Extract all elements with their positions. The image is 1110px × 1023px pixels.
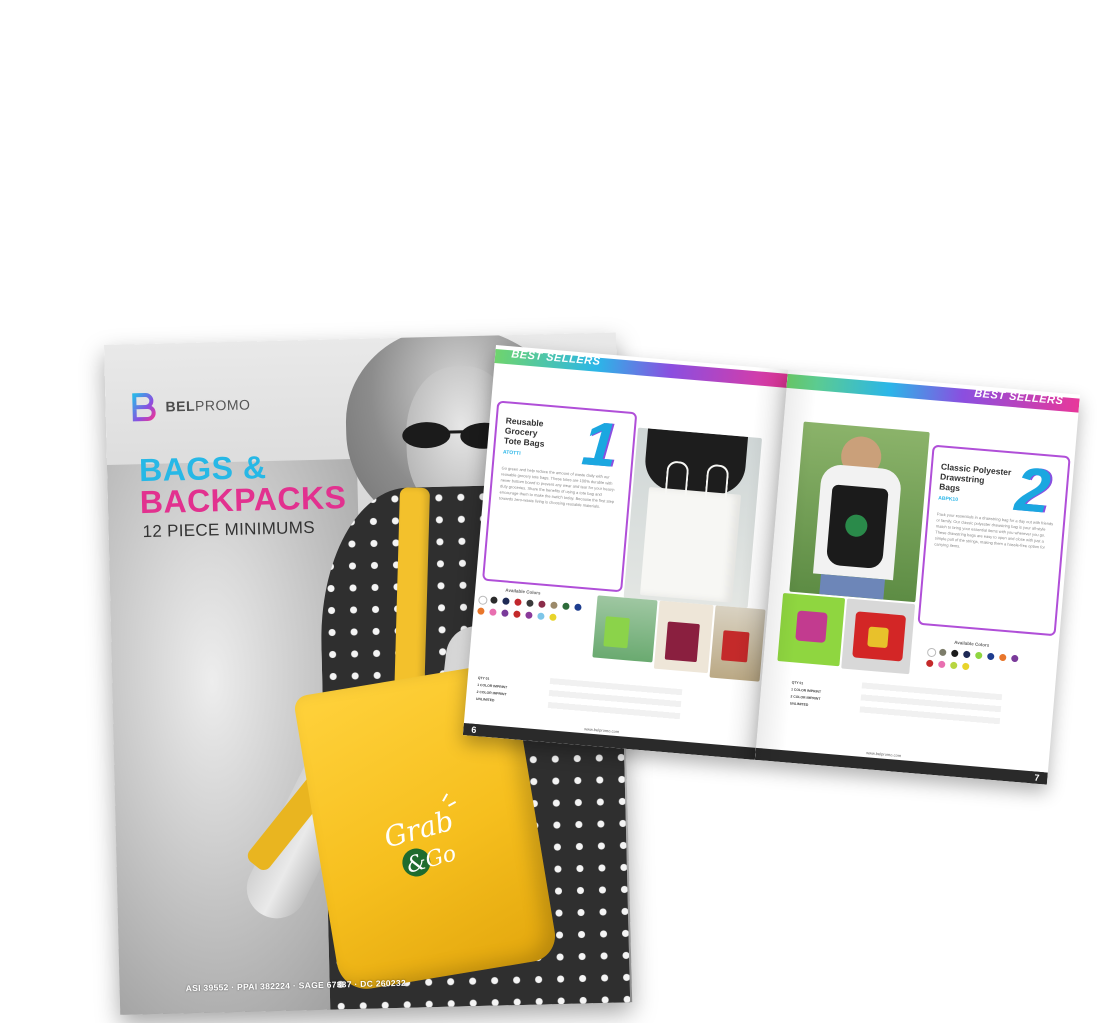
product-code: ATOTTI [502, 449, 521, 457]
price-label-unlimited: UNLIMITED [475, 696, 495, 703]
swatch-pink [489, 608, 497, 616]
swatch-red [514, 598, 522, 606]
swatch-black [950, 649, 959, 658]
rank-number: 1 [579, 408, 620, 481]
swatch-royal [986, 652, 995, 661]
swatch-yellow [961, 662, 970, 671]
product-title: Classic Polyester Drawstring Bags [938, 461, 1012, 494]
price-label-qty: QTY 01 [791, 680, 804, 686]
rank-number: 2 [1012, 454, 1053, 527]
swatch-navy [502, 597, 510, 605]
swatch-black [490, 596, 498, 604]
price-label-2color: 2 COLOR IMPRINT [790, 694, 821, 701]
swatch-navy [962, 650, 971, 659]
price-table-right [859, 682, 1003, 727]
swatch-violet [525, 611, 533, 620]
swatch-light-blue [537, 612, 545, 621]
page-number: 6 [466, 723, 481, 737]
swatch-pink [937, 660, 946, 669]
price-label-unlimited: UNLIMITED [789, 701, 809, 707]
product-card-drawstring: Classic Polyester Drawstring Bags ABPK10… [917, 444, 1071, 637]
tote-photo-green [592, 595, 658, 663]
swatch-lime [974, 651, 983, 660]
page-number: 7 [1029, 771, 1044, 785]
swatch-orange [477, 607, 485, 615]
brand-name: BELPROMO [165, 396, 251, 415]
swatch-scarlet [513, 610, 521, 618]
swatch-purple [501, 609, 509, 617]
cover-subtitle: 12 PIECE MINIMUMS [142, 517, 316, 542]
product-card-tote: Reusable Grocery Tote Bags ATOTTI 1 Go g… [482, 400, 638, 593]
product-code: ABPK10 [937, 495, 959, 504]
swatch-green [949, 661, 958, 670]
drawstring-photo-red [841, 598, 916, 675]
swatch-khaki [550, 601, 558, 610]
price-label-2color: 2 COLOR IMPRINT [476, 689, 507, 697]
swatch-white [477, 595, 488, 606]
swatch-white [926, 647, 937, 658]
swatch-olive [938, 648, 947, 657]
swatch-forest [562, 602, 570, 611]
swatch-royal [574, 603, 582, 612]
price-label-1color: 1 COLOR IMPRINT [477, 682, 508, 690]
swatch-red [925, 659, 934, 668]
catalog-spread: BEST SELLERS Reusable Grocery Tote Bags … [462, 345, 1080, 785]
swatch-purple [1010, 654, 1019, 663]
swatch-orange [998, 653, 1007, 662]
price-label-1color: 1 COLOR IMPRINT [790, 687, 822, 694]
available-colors-label: Available Colors [505, 587, 541, 596]
price-label-qty: QTY 01 [477, 675, 490, 681]
swatch-yellow [549, 613, 557, 622]
product-title: Reusable Grocery Tote Bags [503, 415, 545, 449]
brand-logo: BELPROMO [131, 389, 251, 422]
available-colors-label: Available Colors [953, 639, 990, 648]
price-table-left [547, 677, 683, 722]
cover-title-line2: BACKPACKS [139, 479, 347, 521]
belpromo-b-icon [132, 393, 156, 422]
swatch-maroon [538, 600, 546, 609]
swatch-charcoal [526, 599, 534, 608]
grab-and-go-logo: Grab &Go [380, 793, 459, 879]
tote-photo-maroon [653, 600, 714, 674]
